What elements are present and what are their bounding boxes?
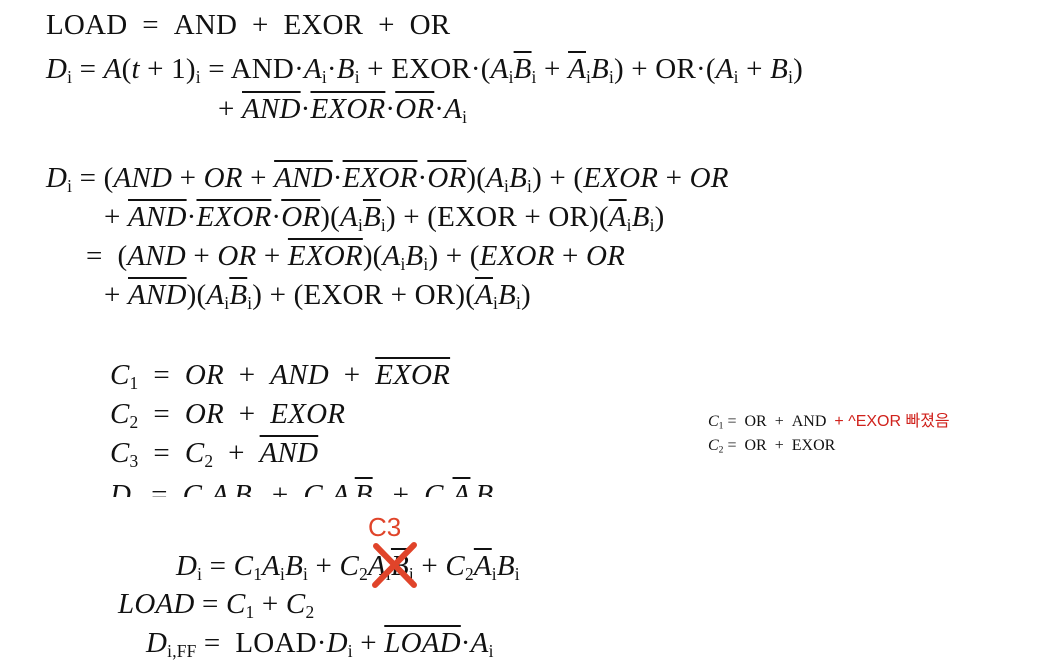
equation-load-sum: LOAD = AND + EXOR + OR bbox=[46, 9, 451, 41]
equation-d-c-cut: Di = C1AiBi + C2AiBi + C2AiBi bbox=[110, 479, 498, 497]
equation-d-definition: Di = A(t + 1)i = AND·Ai·Bi + EXOR·(AiBi … bbox=[46, 53, 803, 87]
equation-c2: C2 = OR + EXOR bbox=[110, 398, 346, 432]
equation-c3: C3 = C2 + AND bbox=[110, 437, 319, 471]
equation-d-expanded-1: Di = (AND + OR + AND·EXOR·OR)(AiBi) + (E… bbox=[46, 162, 729, 196]
correction-label: C3 bbox=[368, 512, 402, 542]
equation-d-definition-cont: + AND·EXOR·OR·Ai bbox=[218, 93, 468, 127]
side-note-c1: C1 = OR + AND + ^EXOR 빠졌음 bbox=[708, 413, 950, 432]
equation-d-expanded-4: + AND)(AiBi) + (EXOR + OR)(AiBi) bbox=[104, 279, 531, 313]
cross-out-icon bbox=[372, 542, 417, 588]
side-note-c2: C2 = OR + EXOR bbox=[708, 437, 836, 456]
side-note-comment: + ^EXOR 빠졌음 bbox=[834, 413, 950, 430]
equation-d-expanded-3: = (AND + OR + EXOR)(AiBi) + (EXOR + OR bbox=[86, 240, 626, 274]
equation-dff: Di,FF = LOAD·Di + LOAD·Ai bbox=[146, 627, 494, 661]
equation-d-expanded-2: + AND·EXOR·OR)(AiBi) + (EXOR + OR)(AiBi) bbox=[104, 201, 665, 235]
equation-load-final: LOAD = C1 + C2 bbox=[118, 588, 315, 622]
equation-c1: C1 = OR + AND + EXOR bbox=[110, 359, 451, 393]
equation-d-final: Di = C1AiBi + C2AiBi + C2AiBi bbox=[176, 550, 520, 584]
